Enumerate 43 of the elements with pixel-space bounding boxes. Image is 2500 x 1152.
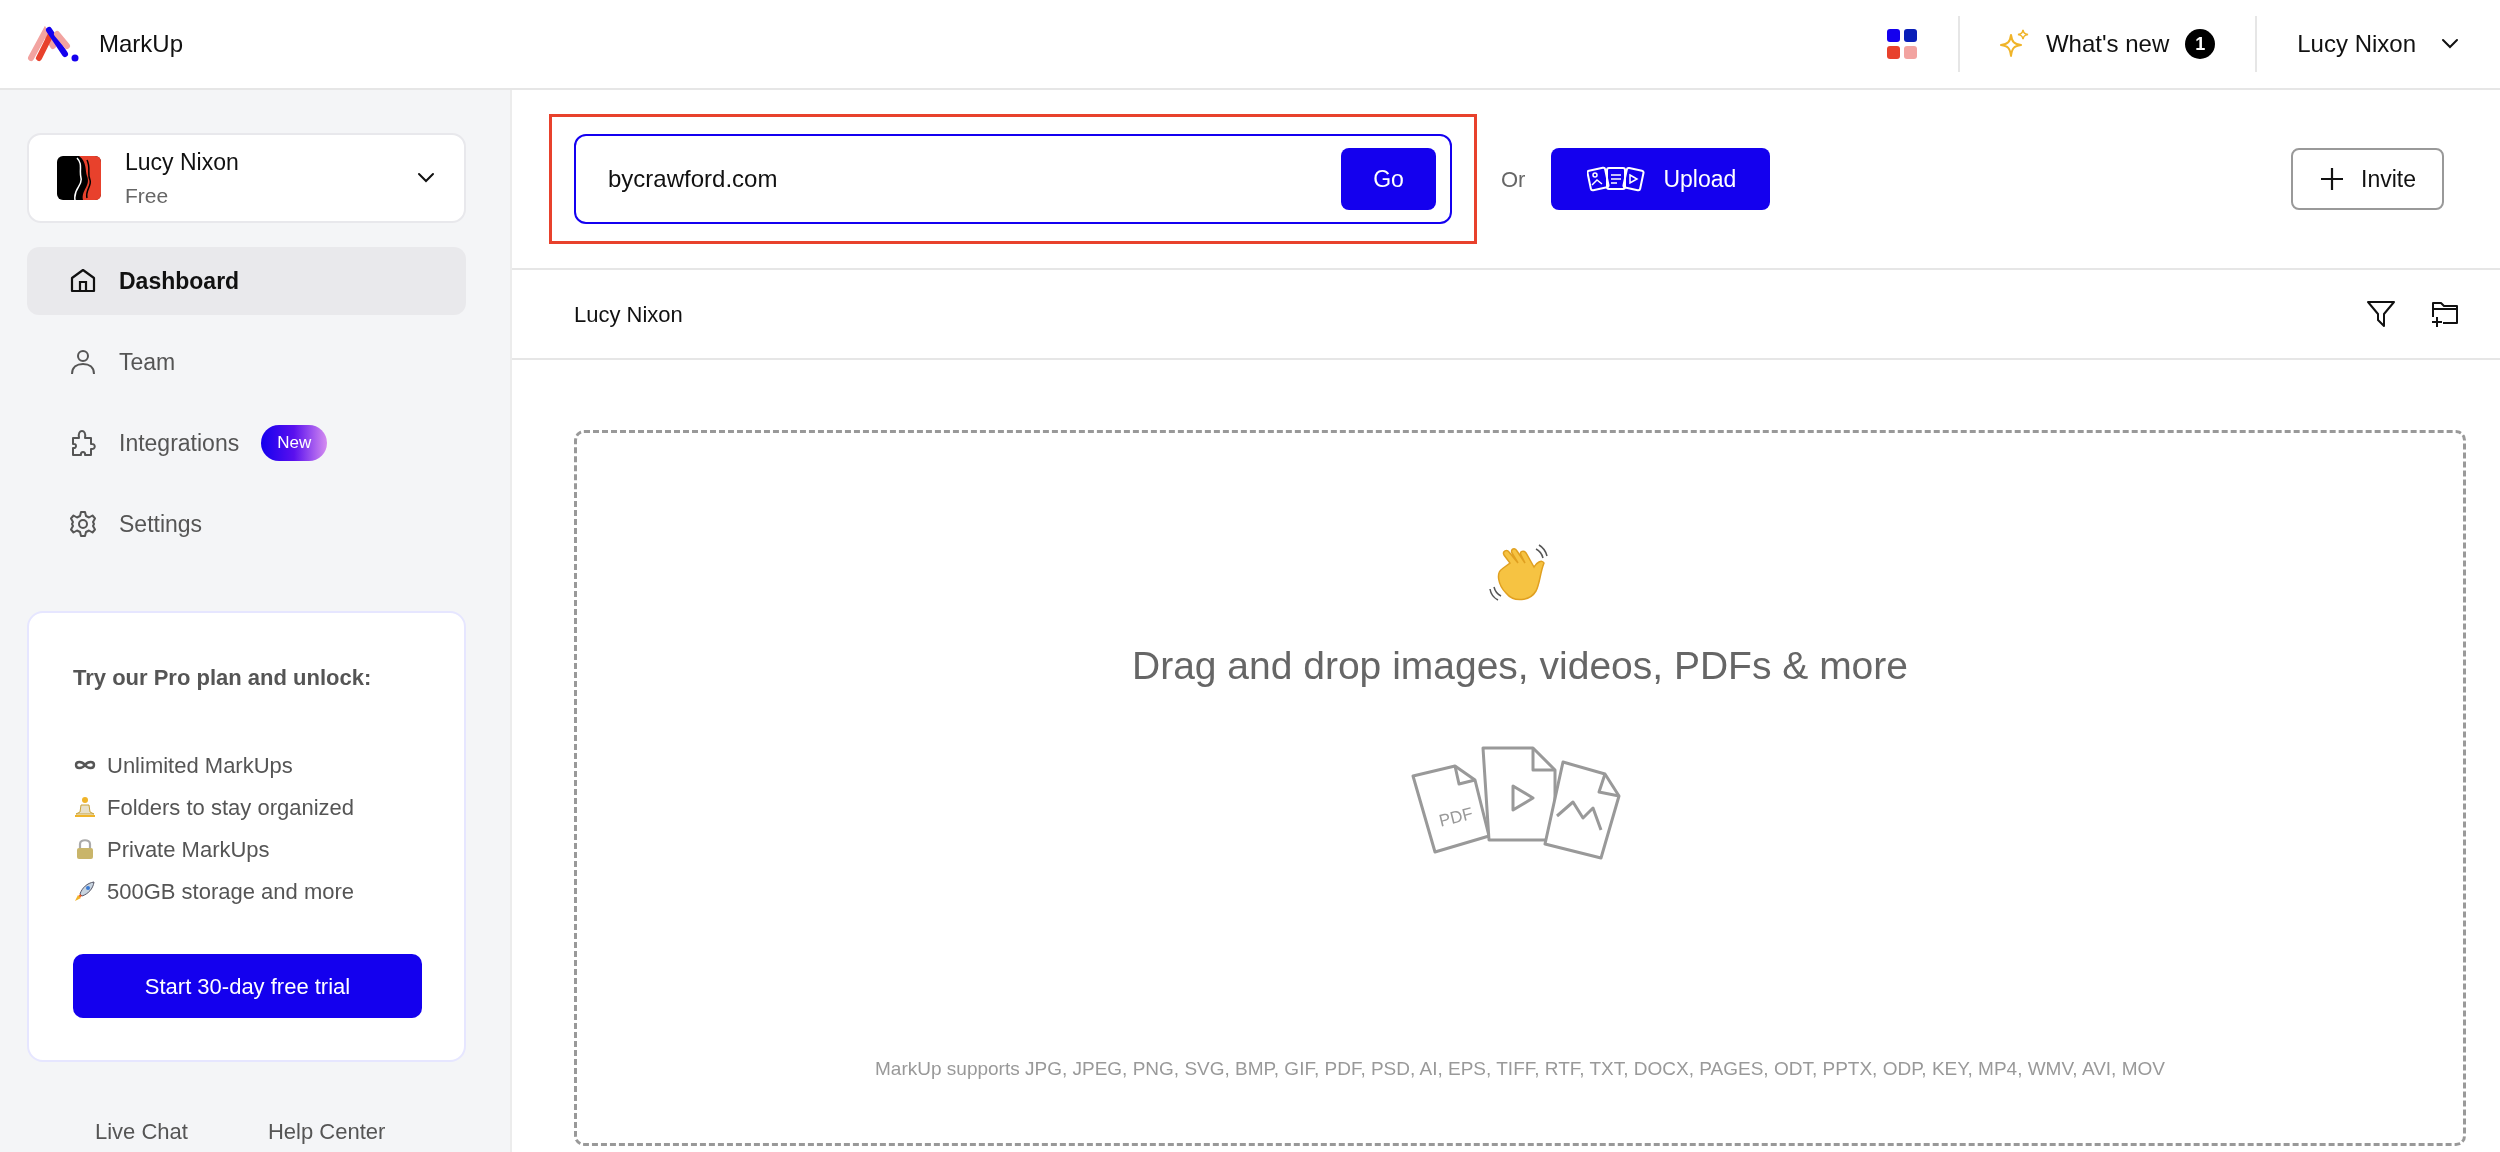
rocket-icon	[73, 879, 97, 903]
home-icon	[69, 267, 97, 295]
plus-icon	[2319, 166, 2345, 192]
filter-icon[interactable]	[2366, 299, 2396, 329]
app-name: MarkUp	[99, 29, 183, 59]
promo-feature: Unlimited MarkUps	[107, 751, 293, 780]
nav-item[interactable]: Dashboard	[27, 247, 466, 315]
promo-feature: Folders to stay organized	[107, 793, 355, 822]
breadcrumb[interactable]: Lucy Nixon	[574, 297, 683, 331]
upload-button[interactable]: Upload	[1551, 148, 1771, 210]
person-icon	[69, 348, 97, 376]
promo-feature: 500GB storage and more	[107, 877, 355, 906]
footer-link[interactable]: Live Chat	[95, 1115, 188, 1148]
supported-formats-text: MarkUp supports JPG, JPEG, PNG, SVG, BMP, GIF, PDF, PSD, AI, EPS, TIFF, RTF, TXT, DOCX, PAGES, ODT, PPTX, ODP, KEY, MP4, WMV, AVI, MOV	[875, 1056, 2165, 1081]
promo-feature: Private MarkUps	[107, 835, 270, 864]
or-label: Or	[1501, 165, 1526, 194]
invite-button[interactable]: Invite	[2291, 148, 2444, 210]
gear-icon	[69, 510, 97, 538]
sparkle-icon	[1999, 29, 2030, 59]
account-avatar	[57, 156, 101, 200]
drop-zone[interactable]: Drag and drop images, videos, PDFs & more PDF MarkUp supports JPG, JPEG, PNG, SVG, BMP, GIF, PDF, PSD, AI, EPS, TIFF, RTF, TXT, DOCX, PAGES, ODT, PPTX, ODP, KEY, MP4, WMV, AVI, MOV	[574, 430, 2466, 1146]
media-files-icon	[1587, 164, 1646, 194]
notification-count: 1	[2185, 29, 2216, 59]
account-switcher[interactable]: Lucy Nixon Free	[27, 133, 466, 223]
puzzle-icon	[69, 429, 97, 457]
drop-heading: Drag and drop images, videos, PDFs & more	[1132, 643, 1908, 689]
account-name: Lucy Nixon	[125, 148, 239, 177]
apps-icon[interactable]	[1885, 28, 1918, 60]
user-menu-name[interactable]: Lucy Nixon	[2297, 26, 2416, 62]
account-plan: Free	[125, 182, 170, 209]
go-button[interactable]: Go	[1341, 148, 1436, 210]
url-field[interactable]: bycrawford.com Go	[574, 134, 1452, 224]
nav-item[interactable]: Integrations New	[27, 409, 466, 477]
meditating-figure-icon	[73, 795, 97, 819]
promo-title: Try our Pro plan and unlock:	[73, 664, 373, 692]
whats-new-link[interactable]: What's new	[2045, 26, 2170, 62]
nav-item[interactable]: Settings	[27, 490, 466, 558]
new-badge: New	[261, 425, 328, 461]
file-types-drawing: PDF	[1405, 745, 1635, 866]
footer-link[interactable]: Help Center	[267, 1115, 386, 1148]
new-folder-icon[interactable]	[2430, 299, 2460, 329]
start-trial-button[interactable]: Start 30-day free trial	[73, 954, 422, 1018]
nav-item[interactable]: Team	[27, 328, 466, 396]
